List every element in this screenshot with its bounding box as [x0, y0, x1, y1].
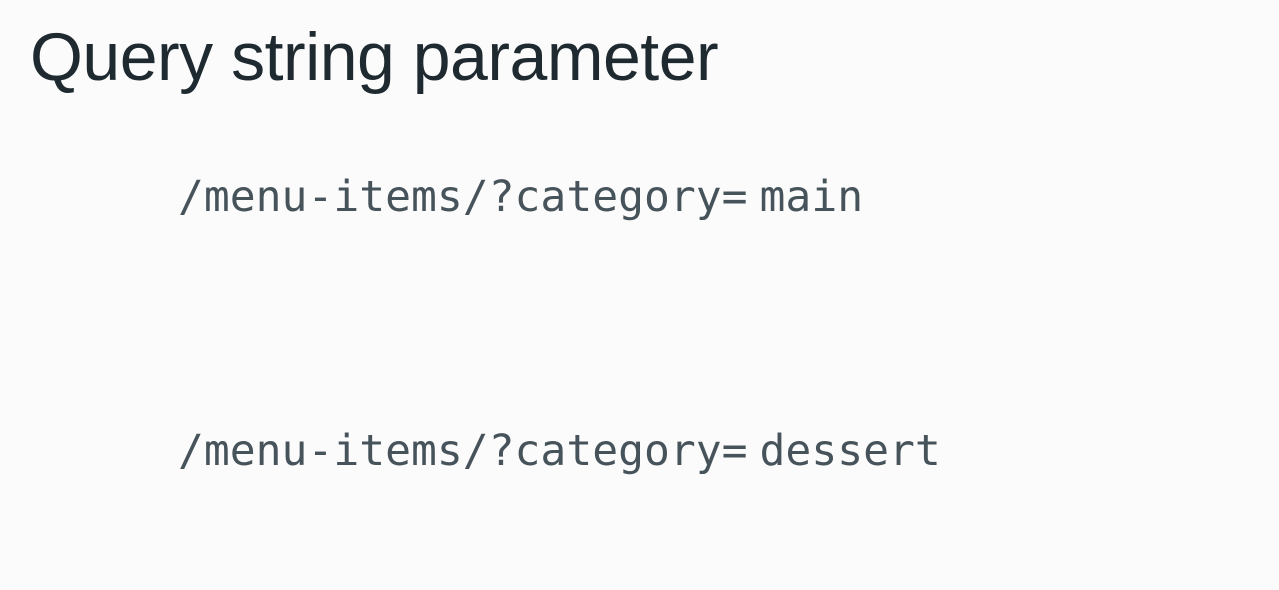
query-value: dessert [759, 426, 941, 476]
query-example-dessert: /menu-items/?category= dessert [178, 426, 941, 478]
query-path: /menu-items/?category= [178, 426, 748, 476]
query-value: main [759, 172, 864, 222]
query-path: /menu-items/?category= [178, 172, 748, 222]
slide-title: Query string parameter [30, 19, 719, 95]
query-example-main: /menu-items/?category= main [178, 172, 863, 224]
